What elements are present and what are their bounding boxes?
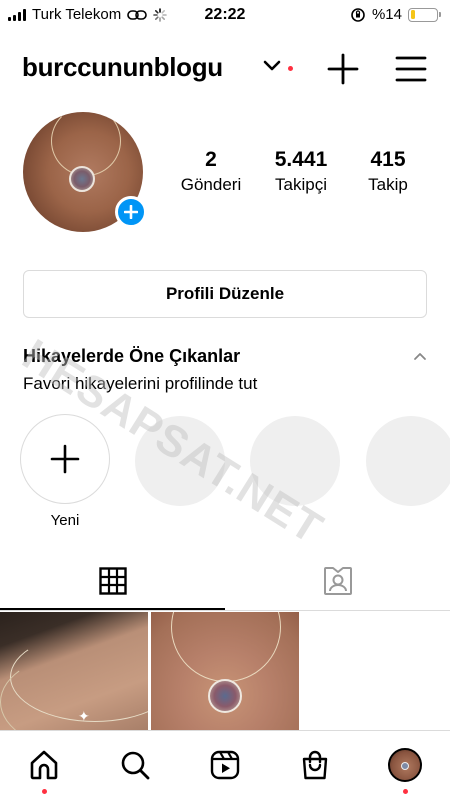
battery-percent: %14 xyxy=(371,6,402,23)
highlights-title: Hikayelerde Öne Çıkanlar xyxy=(23,346,241,366)
menu-icon[interactable] xyxy=(394,52,428,86)
plus-icon[interactable] xyxy=(326,52,360,86)
necklace-chain xyxy=(171,612,281,682)
add-story-badge[interactable] xyxy=(115,196,147,228)
post-thumbnail[interactable]: ✦ xyxy=(0,612,148,730)
new-highlight-button[interactable] xyxy=(20,414,110,504)
plus-icon xyxy=(124,205,138,219)
tab-divider xyxy=(0,610,450,611)
battery-fill xyxy=(410,10,415,19)
shop-icon xyxy=(302,750,328,780)
username[interactable]: burccununblogu xyxy=(22,52,223,83)
necklace-pendant xyxy=(69,166,95,192)
highlight-placeholder xyxy=(366,416,450,506)
necklace-pendant xyxy=(208,679,242,713)
profile-avatar xyxy=(388,748,422,782)
star-pendant: ✦ xyxy=(78,708,90,724)
stat-following[interactable]: 415 Takip xyxy=(352,148,424,200)
stat-following-label: Takip xyxy=(368,175,408,194)
notification-dot xyxy=(403,789,408,794)
new-highlight-label: Yeni xyxy=(50,512,80,529)
orientation-lock-icon xyxy=(351,7,365,22)
stat-posts-label: Gönderi xyxy=(180,175,242,194)
highlight-placeholder xyxy=(250,416,340,506)
nav-search[interactable] xyxy=(115,745,155,785)
nav-reels[interactable] xyxy=(205,745,245,785)
reels-icon xyxy=(210,750,240,780)
chevron-up-icon[interactable] xyxy=(412,350,428,362)
status-right: %14 xyxy=(350,6,441,23)
stat-followers-value: 5.441 xyxy=(274,148,328,171)
highlight-placeholder xyxy=(135,416,225,506)
status-bar: Turk Telekom 22:22 %14 xyxy=(0,0,450,30)
stat-posts-value: 2 xyxy=(205,148,217,171)
notification-dot xyxy=(288,66,293,71)
highlights-subtitle: Favori hikayelerini profilinde tut xyxy=(23,374,258,393)
battery-icon xyxy=(408,7,441,22)
bottom-nav xyxy=(0,730,450,800)
chevron-down-icon[interactable] xyxy=(263,60,281,72)
profile-header: burccununblogu xyxy=(0,42,450,92)
stat-followers[interactable]: 5.441 Takipçi xyxy=(262,148,340,200)
tab-tagged[interactable] xyxy=(225,552,450,610)
tagged-icon xyxy=(323,567,352,595)
tab-grid[interactable] xyxy=(0,552,225,610)
notification-dot xyxy=(42,789,47,794)
stat-posts[interactable]: 2 Gönderi xyxy=(166,148,256,200)
grid-icon xyxy=(98,567,127,595)
nav-profile[interactable] xyxy=(385,745,425,785)
plus-icon xyxy=(50,444,80,474)
search-icon xyxy=(121,751,150,780)
nav-home[interactable] xyxy=(24,745,64,785)
nav-shop[interactable] xyxy=(295,745,335,785)
profile-avatar-wrap[interactable] xyxy=(23,112,147,232)
stat-followers-label: Takipçi xyxy=(275,175,327,194)
home-icon xyxy=(30,750,58,780)
edit-profile-button[interactable]: Profili Düzenle xyxy=(23,270,427,318)
post-thumbnail[interactable] xyxy=(151,612,299,730)
stat-following-value: 415 xyxy=(370,148,406,171)
